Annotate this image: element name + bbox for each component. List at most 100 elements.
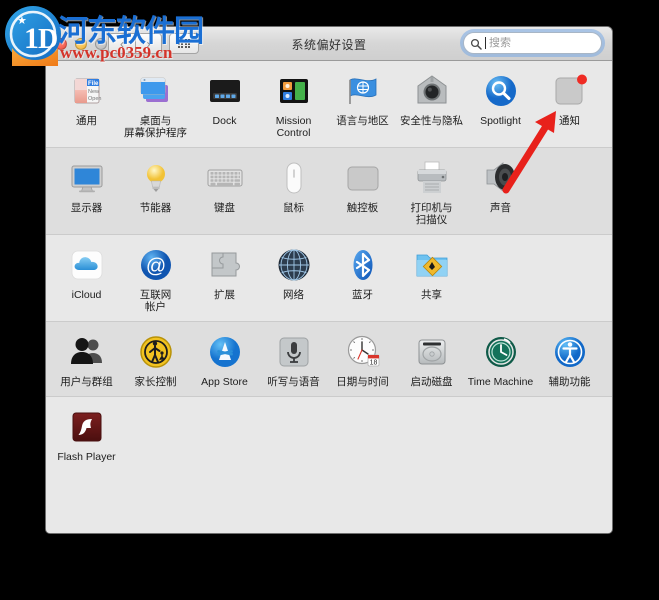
- network-icon: [274, 245, 314, 285]
- pref-displays[interactable]: 显示器: [52, 158, 121, 226]
- pref-spotlight[interactable]: Spotlight: [466, 71, 535, 139]
- pref-app-store[interactable]: App Store: [190, 332, 259, 388]
- search-icon: [470, 37, 482, 50]
- grid-spacer: [535, 245, 604, 313]
- pref-label: 家长控制: [134, 376, 177, 388]
- pref-label: 辅助功能: [548, 376, 591, 388]
- icon-row: File New Open 通用 桌面与 屏幕保护程序 Dock Mission…: [46, 61, 612, 147]
- pref-notifications[interactable]: 通知: [535, 71, 604, 139]
- pref-label: 通用: [76, 115, 97, 127]
- energy-saver-icon: [136, 158, 176, 198]
- pref-security-privacy[interactable]: 安全性与隐私: [397, 71, 466, 139]
- icon-row: Flash Player: [46, 397, 612, 471]
- svg-text:File: File: [88, 81, 99, 87]
- pref-mouse[interactable]: 鼠标: [259, 158, 328, 226]
- pref-label: 启动磁盘: [410, 376, 453, 388]
- pref-label: 鼠标: [283, 202, 304, 214]
- accessibility-icon: [550, 332, 590, 372]
- grid-spacer: [466, 407, 535, 463]
- grid-spacer: [466, 245, 535, 313]
- pref-label: Time Machine: [467, 376, 534, 388]
- pref-label: 打印机与 扫描仪: [410, 202, 453, 226]
- pref-bluetooth[interactable]: 蓝牙: [328, 245, 397, 313]
- search-field[interactable]: [463, 32, 612, 54]
- pref-general[interactable]: File New Open 通用: [52, 71, 121, 139]
- time-machine-icon: [481, 332, 521, 372]
- pref-dictation-speech[interactable]: 听写与语音: [259, 332, 328, 388]
- pref-label: 触控板: [346, 202, 379, 214]
- bluetooth-icon: [343, 245, 383, 285]
- window-titlebar: ‹ › 系统偏好设置: [46, 27, 612, 61]
- grid-spacer: [328, 407, 397, 463]
- pref-label: 键盘: [214, 202, 235, 214]
- pref-label: Dock: [212, 115, 237, 127]
- system-preferences-window: ‹ › 系统偏好设置 搜索 File New Open 通用 桌面与 屏幕保护程…: [45, 26, 613, 534]
- internet-accounts-icon: @: [136, 245, 176, 285]
- printers-scanners-icon: [412, 158, 452, 198]
- pref-trackpad[interactable]: 触控板: [328, 158, 397, 226]
- pref-time-machine[interactable]: Time Machine: [466, 332, 535, 388]
- svg-text:1: 1: [24, 22, 39, 55]
- sound-icon: [481, 158, 521, 198]
- startup-disk-icon: [412, 332, 452, 372]
- pref-accessibility[interactable]: 辅助功能: [535, 332, 604, 388]
- pref-printers-scanners[interactable]: 打印机与 扫描仪: [397, 158, 466, 226]
- pref-users-groups[interactable]: 用户与群组: [52, 332, 121, 388]
- icon-row: iCloud @ 互联网 帐户 扩展 网络 蓝牙 共享: [46, 235, 612, 321]
- pref-desktop-screensaver[interactable]: 桌面与 屏幕保护程序: [121, 71, 190, 139]
- pref-mission-control[interactable]: Mission Control: [259, 71, 328, 139]
- dock-icon: [205, 71, 245, 111]
- pref-internet-accounts[interactable]: @ 互联网 帐户: [121, 245, 190, 313]
- preferences-grid: File New Open 通用 桌面与 屏幕保护程序 Dock Mission…: [46, 61, 612, 533]
- pref-label: 共享: [421, 289, 442, 301]
- grid-spacer: [121, 407, 190, 463]
- pref-label: 网络: [283, 289, 304, 301]
- icloud-icon: [67, 245, 107, 285]
- pref-label: App Store: [201, 376, 248, 388]
- svg-text:★: ★: [17, 15, 27, 27]
- pref-label: 听写与语音: [267, 376, 320, 388]
- pref-label: Flash Player: [57, 451, 116, 463]
- general-icon: File New Open: [67, 71, 107, 111]
- section-personal: File New Open 通用 桌面与 屏幕保护程序 Dock Mission…: [46, 61, 612, 148]
- pref-icloud[interactable]: iCloud: [52, 245, 121, 313]
- app-store-icon: [205, 332, 245, 372]
- pref-flash-player[interactable]: Flash Player: [52, 407, 121, 463]
- svg-text:Open: Open: [88, 96, 101, 102]
- pref-language-region[interactable]: 语言与地区: [328, 71, 397, 139]
- keyboard-icon: [205, 158, 245, 198]
- section-hardware: 显示器 节能器 键盘 鼠标 触控板 打印机与 扫描仪 声音: [46, 148, 612, 235]
- section-other: Flash Player: [46, 397, 612, 471]
- date-time-icon: 18: [343, 332, 383, 372]
- search-input[interactable]: [485, 37, 612, 49]
- trackpad-icon: [343, 158, 383, 198]
- mission-control-icon: [274, 71, 314, 111]
- pref-keyboard[interactable]: 键盘: [190, 158, 259, 226]
- grid-spacer: [535, 158, 604, 226]
- pref-label: 日期与时间: [336, 376, 389, 388]
- desktop-screensaver-icon: [136, 71, 176, 111]
- pref-sharing[interactable]: 共享: [397, 245, 466, 313]
- pref-extensions[interactable]: 扩展: [190, 245, 259, 313]
- security-privacy-icon: [412, 71, 452, 111]
- pref-startup-disk[interactable]: 启动磁盘: [397, 332, 466, 388]
- pref-energy-saver[interactable]: 节能器: [121, 158, 190, 226]
- pref-sound[interactable]: 声音: [466, 158, 535, 226]
- pref-label: 显示器: [70, 202, 103, 214]
- svg-text:New: New: [88, 89, 99, 95]
- pref-dock[interactable]: Dock: [190, 71, 259, 139]
- pref-label: 桌面与 屏幕保护程序: [124, 115, 187, 139]
- pref-network[interactable]: 网络: [259, 245, 328, 313]
- pref-parental-controls[interactable]: 家长控制: [121, 332, 190, 388]
- svg-text:@: @: [145, 256, 165, 278]
- parental-controls-icon: [136, 332, 176, 372]
- language-region-icon: [343, 71, 383, 111]
- pref-label: 节能器: [139, 202, 172, 214]
- grid-spacer: [190, 407, 259, 463]
- pref-label: 通知: [559, 115, 580, 127]
- icon-row: 显示器 节能器 键盘 鼠标 触控板 打印机与 扫描仪 声音: [46, 148, 612, 234]
- users-groups-icon: [67, 332, 107, 372]
- grid-spacer: [397, 407, 466, 463]
- pref-label: Mission Control: [275, 115, 312, 139]
- pref-date-time[interactable]: 18 日期与时间: [328, 332, 397, 388]
